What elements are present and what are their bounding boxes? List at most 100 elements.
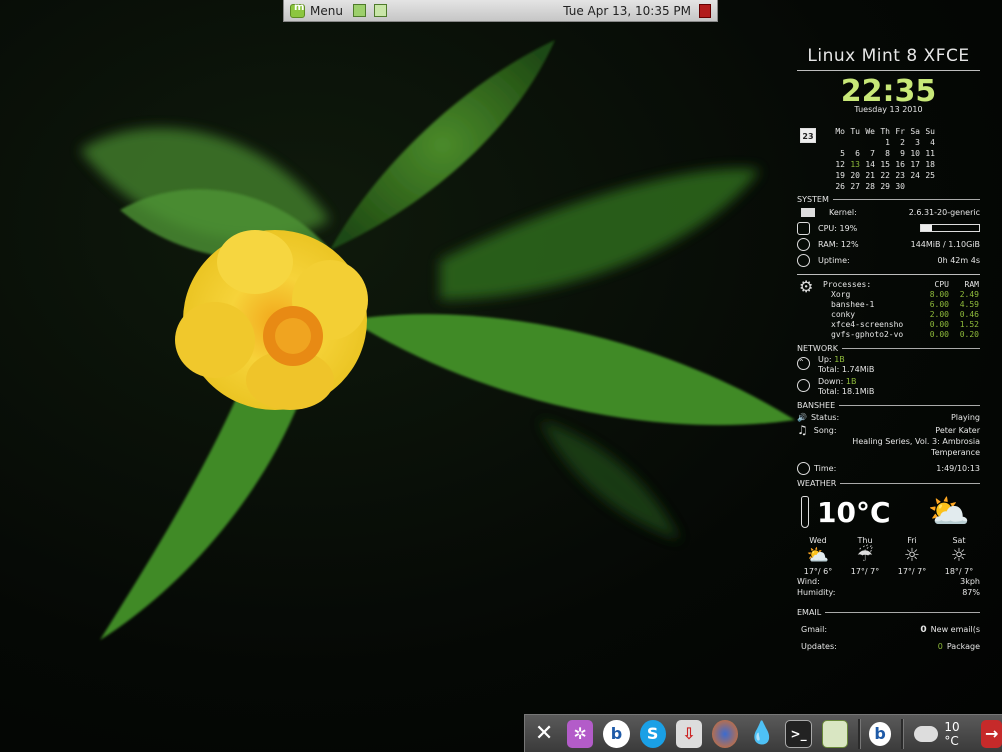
calendar-day: 12 bbox=[835, 160, 845, 169]
mint-menu-icon[interactable] bbox=[290, 2, 305, 18]
forecast-temps: 17°/ 7° bbox=[850, 567, 880, 576]
firefox-icon[interactable] bbox=[711, 719, 739, 748]
uptime-value: 0h 42m 4s bbox=[937, 255, 980, 265]
speaker-icon: 🔊 bbox=[797, 412, 807, 422]
process-row: Xorg 8.00 2.49 bbox=[823, 290, 979, 300]
uptime-row: Uptime: 0h 42m 4s bbox=[797, 252, 980, 268]
updates-row: Updates: 0 Package bbox=[801, 642, 980, 651]
forecast-day-name: Thu bbox=[857, 536, 873, 545]
status-value: Playing bbox=[950, 412, 980, 422]
banshee-icon[interactable]: b bbox=[603, 719, 630, 748]
skype-icon[interactable]: S bbox=[639, 719, 666, 748]
calendar-day: 8 bbox=[885, 149, 890, 158]
process-cpu: 0.00 bbox=[929, 320, 949, 329]
dock-weather[interactable]: 10 °C bbox=[914, 720, 975, 748]
calendar-day: 14 bbox=[865, 160, 875, 169]
ram-value: 144MiB / 1.10GiB bbox=[910, 239, 980, 249]
process-cpu: 2.00 bbox=[929, 310, 949, 319]
logout-icon[interactable] bbox=[699, 3, 711, 18]
process-ram: 1.52 bbox=[959, 320, 979, 329]
sun-cloud-icon: ⛅ bbox=[806, 545, 830, 566]
process-row: xfce4-screensho 0.00 1.52 bbox=[823, 320, 979, 330]
weather-header: WEATHER bbox=[797, 479, 980, 488]
installer-icon[interactable]: ⇩ bbox=[675, 719, 702, 748]
music-note-icon: ♫ bbox=[797, 423, 808, 437]
gmail-suffix: New email(s bbox=[930, 625, 980, 634]
song-artist: Peter Kater bbox=[935, 425, 980, 435]
calendar-day: 10 bbox=[910, 149, 920, 158]
calendar-day: 20 bbox=[850, 171, 860, 180]
process-row: gvfs-gphoto2-vo 0.00 0.20 bbox=[823, 330, 979, 340]
cloud-icon bbox=[914, 725, 939, 742]
weekday-header: We bbox=[865, 127, 875, 136]
conky-clock: 22:35 bbox=[840, 74, 937, 109]
terminal-icon[interactable]: >_ bbox=[785, 719, 812, 748]
logout-icon[interactable]: → bbox=[981, 719, 1002, 748]
calendar-day bbox=[920, 181, 935, 192]
network-down: Down: 1B Total: 18.1MiB bbox=[797, 377, 980, 397]
email-header: EMAIL bbox=[797, 608, 980, 617]
gmail-count: 0 bbox=[920, 624, 927, 635]
forecast-day-name: Fri bbox=[907, 536, 917, 545]
network-up: ⌃ Up: 1B Total: 1.74MiB bbox=[797, 355, 875, 374]
calendar-day: 26 bbox=[835, 182, 845, 191]
process-row: conky 2.00 0.46 bbox=[823, 310, 979, 320]
up-arrow-icon: ⌃ bbox=[797, 357, 810, 370]
dock-weather-temp: 10 °C bbox=[944, 719, 960, 748]
time-label: Time: bbox=[814, 463, 837, 473]
process-name: banshee-1 bbox=[831, 300, 875, 309]
forecast-temps: 17°/ 7° bbox=[897, 567, 927, 576]
sun-icon: ☼ bbox=[903, 545, 921, 566]
calendar-day: 27 bbox=[850, 182, 860, 191]
system-header: SYSTEM bbox=[797, 195, 980, 204]
song-label: Song: bbox=[813, 425, 837, 435]
distro-title: Linux Mint 8 XFCE bbox=[807, 46, 970, 66]
updates-count: 0 bbox=[937, 642, 943, 651]
humidity-row: Humidity: 87% bbox=[797, 588, 980, 597]
calendar: 23 Mo Tu We Th Fr Sa Su 1 2 3 4 5 6 7 8 9 10 11 12 13 14 15 16… bbox=[797, 126, 980, 192]
clock-icon bbox=[797, 461, 810, 475]
forecast-day: Wed ⛅ 17°/ 6° bbox=[797, 536, 839, 576]
text-editor-launcher-icon[interactable] bbox=[373, 4, 387, 17]
top-panel: Menu Tue Apr 13, 10:35 PM bbox=[283, 0, 718, 22]
banshee-running-icon[interactable]: b bbox=[868, 721, 892, 746]
forecast-day: Thu ☔ 17°/ 7° bbox=[844, 536, 886, 576]
current-temp: 10°C bbox=[817, 495, 891, 529]
calendar-day bbox=[860, 137, 875, 148]
process-ram: 0.20 bbox=[959, 330, 979, 339]
settings-icon[interactable]: ✲ bbox=[567, 719, 594, 748]
gmail-row: Gmail: 0 New email(s bbox=[801, 624, 980, 635]
text-editor-icon[interactable] bbox=[821, 719, 849, 748]
up-total: Total: 1.74MiB bbox=[818, 365, 875, 374]
cpu-bar bbox=[920, 224, 980, 232]
water-drop-icon[interactable]: 💧 bbox=[748, 720, 775, 748]
calendar-day: 4 bbox=[930, 138, 935, 147]
process-header: Processes: CPU RAM bbox=[823, 280, 979, 289]
weekday-header: Mo bbox=[835, 127, 845, 136]
panel-clock[interactable]: Tue Apr 13, 10:35 PM bbox=[563, 4, 691, 18]
ram-icon bbox=[797, 237, 810, 251]
calendar-day: 3 bbox=[915, 138, 920, 147]
calendar-icon: 23 bbox=[800, 128, 816, 143]
gears-icon: ⚙ bbox=[799, 277, 814, 296]
forecast-day-name: Sat bbox=[952, 536, 966, 545]
calendar-day: 2 bbox=[900, 138, 905, 147]
calendar-day: 28 bbox=[865, 182, 875, 191]
process-ram: 0.46 bbox=[959, 310, 979, 319]
down-total: Total: 18.1MiB bbox=[818, 387, 875, 396]
divider bbox=[797, 70, 980, 71]
calendar-day: 6 bbox=[855, 149, 860, 158]
uptime-label: Uptime: bbox=[818, 255, 850, 265]
conky-panel: Linux Mint 8 XFCE 22:35 Tuesday 13 2010 … bbox=[797, 40, 980, 655]
process-cpu: 8.00 bbox=[929, 290, 949, 299]
calendar-day bbox=[830, 137, 845, 148]
cpu-bar-fill bbox=[921, 225, 933, 231]
terminal-launcher-icon[interactable] bbox=[352, 4, 366, 17]
menu-button[interactable]: Menu bbox=[310, 4, 343, 18]
calendar-day: 5 bbox=[840, 149, 845, 158]
calendar-day bbox=[905, 181, 920, 192]
network-header: NETWORK bbox=[797, 344, 980, 353]
calendar-day: 18 bbox=[925, 160, 935, 169]
weekday-header: Th bbox=[880, 127, 890, 136]
x-icon[interactable]: ✕ bbox=[531, 720, 557, 748]
